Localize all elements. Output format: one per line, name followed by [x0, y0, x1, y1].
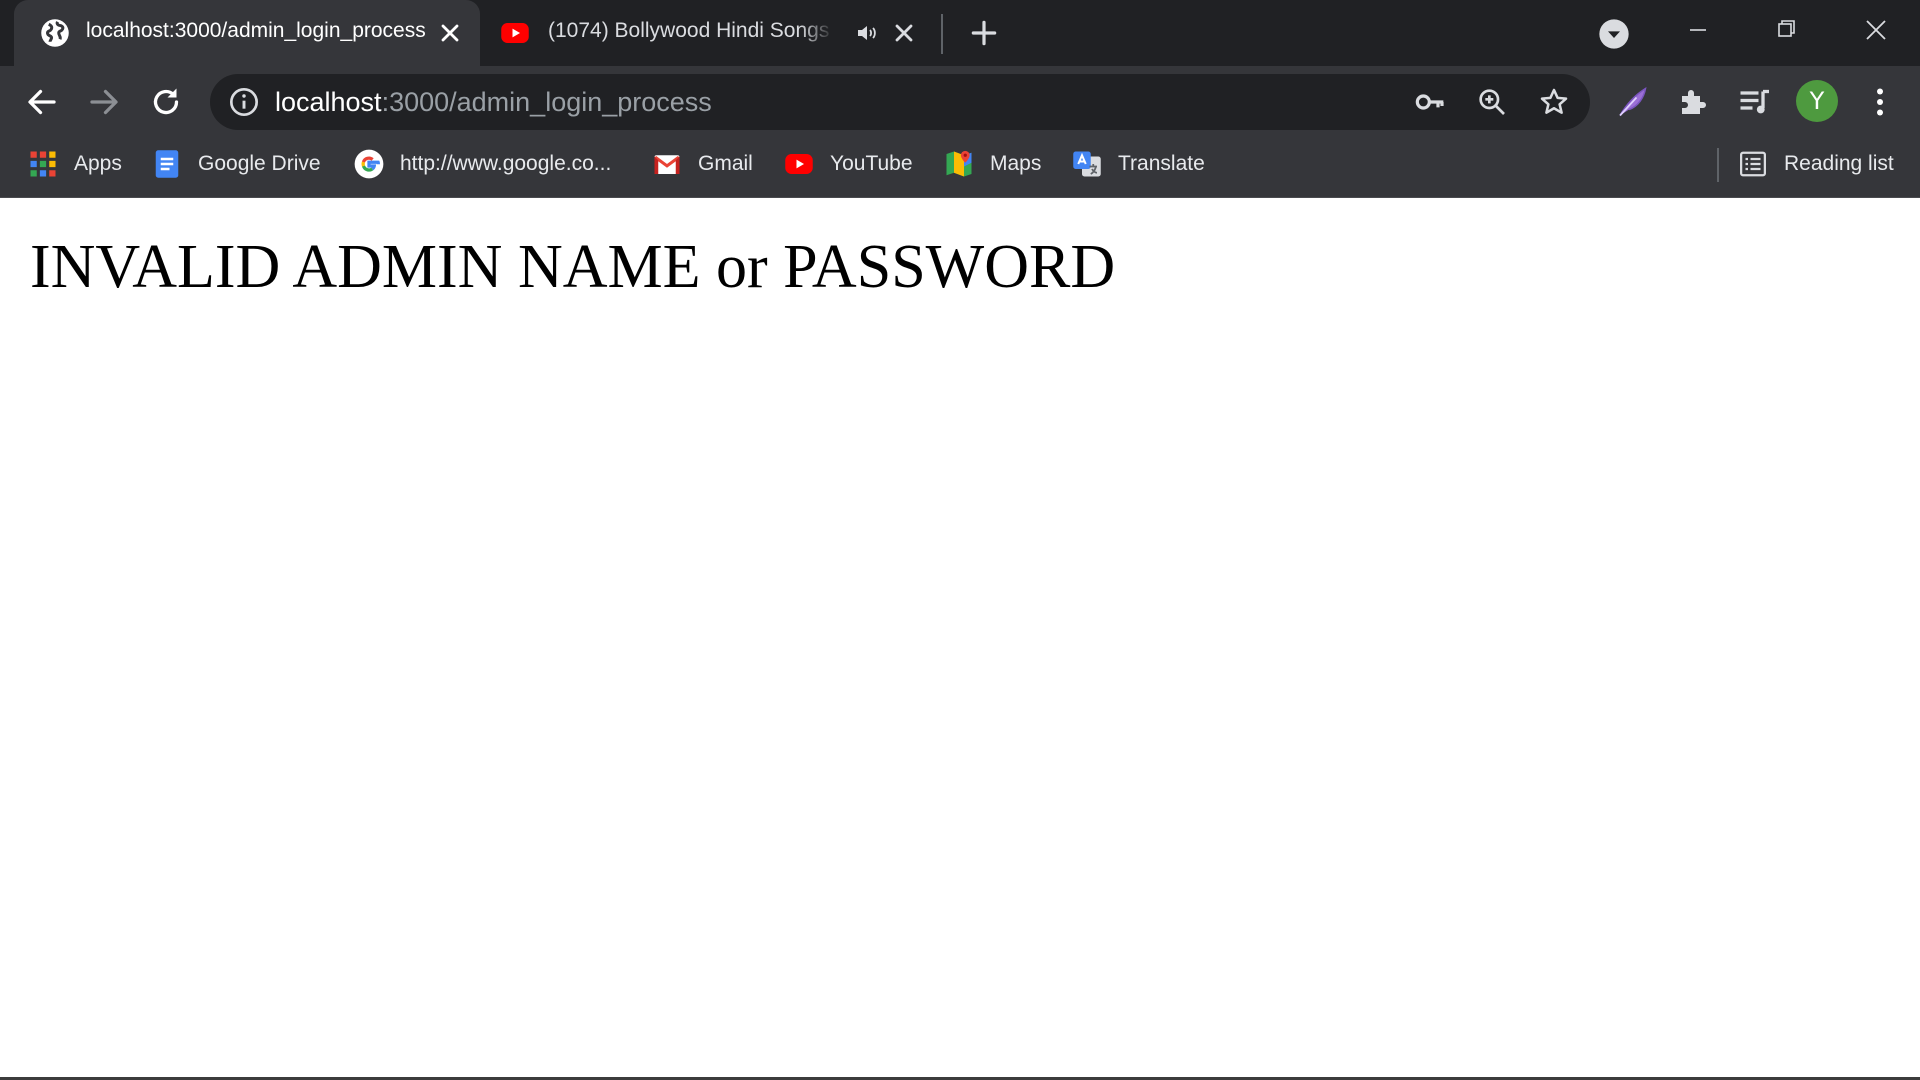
extensions-puzzle-icon[interactable]	[1676, 84, 1712, 120]
url-path: :3000/admin_login_process	[381, 87, 712, 117]
youtube-icon	[501, 23, 529, 43]
site-info-icon[interactable]	[228, 86, 260, 118]
gmail-icon	[654, 155, 680, 174]
tab-admin-login[interactable]: localhost:3000/admin_login_process	[14, 0, 480, 66]
bookmark-translate[interactable]: Translate	[1072, 138, 1205, 190]
tab-title: localhost:3000/admin_login_process	[86, 19, 426, 42]
bookmark-label: Gmail	[698, 152, 753, 175]
toolbar: localhost:3000/admin_login_process Y	[0, 66, 1920, 138]
translate-icon	[1073, 151, 1101, 177]
error-message: INVALID ADMIN NAME or PASSWORD	[30, 233, 1116, 301]
speaker-icon[interactable]	[854, 21, 880, 45]
bookmark-label: Maps	[990, 152, 1042, 175]
bookmark-youtube[interactable]: YouTube	[784, 138, 913, 190]
profile-avatar[interactable]: Y	[1796, 80, 1838, 122]
key-icon[interactable]	[1414, 86, 1446, 118]
bookmark-label: http://www.google.co...	[400, 152, 612, 175]
close-tab-icon[interactable]	[436, 19, 464, 47]
bookmarks-divider	[1717, 148, 1719, 182]
forward-arrow-icon[interactable]	[86, 84, 122, 120]
bookmark-google[interactable]: http://www.google.co...	[354, 138, 611, 190]
bookmark-label: YouTube	[830, 152, 913, 175]
browser-chrome: localhost:3000/admin_login_process (1074…	[0, 0, 1920, 198]
reading-list-label: Reading list	[1784, 152, 1894, 175]
bookmark-google-drive[interactable]: Google Drive	[152, 138, 321, 190]
bookmark-label: Google Drive	[198, 152, 321, 175]
youtube-icon	[785, 154, 813, 174]
bookmarks-bar: Apps Google Drive http://www.google.co..…	[0, 138, 1920, 198]
bookmark-gmail[interactable]: Gmail	[652, 138, 753, 190]
bookmark-apps[interactable]: Apps	[28, 138, 122, 190]
address-bar[interactable]: localhost:3000/admin_login_process	[210, 74, 1590, 130]
globe-icon	[41, 19, 69, 47]
bookmark-label: Translate	[1118, 152, 1205, 175]
feather-extension-icon[interactable]	[1614, 84, 1650, 120]
page-content: INVALID ADMIN NAME or PASSWORD	[0, 198, 1920, 1080]
maps-icon	[946, 150, 972, 177]
menu-kebab-icon[interactable]	[1862, 84, 1898, 120]
new-tab-icon[interactable]	[968, 17, 1000, 49]
google-docs-icon	[155, 150, 179, 178]
tab-search-icon[interactable]	[1598, 18, 1630, 50]
star-icon[interactable]	[1538, 86, 1570, 118]
google-icon	[354, 149, 384, 179]
zoom-icon[interactable]	[1476, 86, 1508, 118]
bookmark-maps[interactable]: Maps	[944, 138, 1041, 190]
url-host: localhost	[275, 87, 382, 117]
tab-title: (1074) Bollywood Hindi Songs Mashup	[548, 19, 834, 42]
restore-icon[interactable]	[1764, 10, 1808, 50]
url-text[interactable]: localhost:3000/admin_login_process	[275, 87, 712, 118]
reading-list-button[interactable]: Reading list	[1738, 138, 1894, 190]
reload-icon[interactable]	[148, 84, 184, 120]
close-tab-icon[interactable]	[890, 19, 918, 47]
back-arrow-icon[interactable]	[24, 84, 60, 120]
bookmark-label: Apps	[74, 152, 122, 175]
tab-divider	[941, 14, 943, 54]
window-close-icon[interactable]	[1854, 10, 1898, 50]
tab-strip: localhost:3000/admin_login_process (1074…	[0, 0, 1920, 66]
apps-grid-icon	[30, 151, 56, 177]
minimize-icon[interactable]	[1676, 10, 1720, 50]
media-control-icon[interactable]	[1736, 84, 1772, 120]
tab-youtube[interactable]: (1074) Bollywood Hindi Songs Mashup	[490, 0, 936, 66]
reading-list-icon	[1740, 151, 1766, 177]
